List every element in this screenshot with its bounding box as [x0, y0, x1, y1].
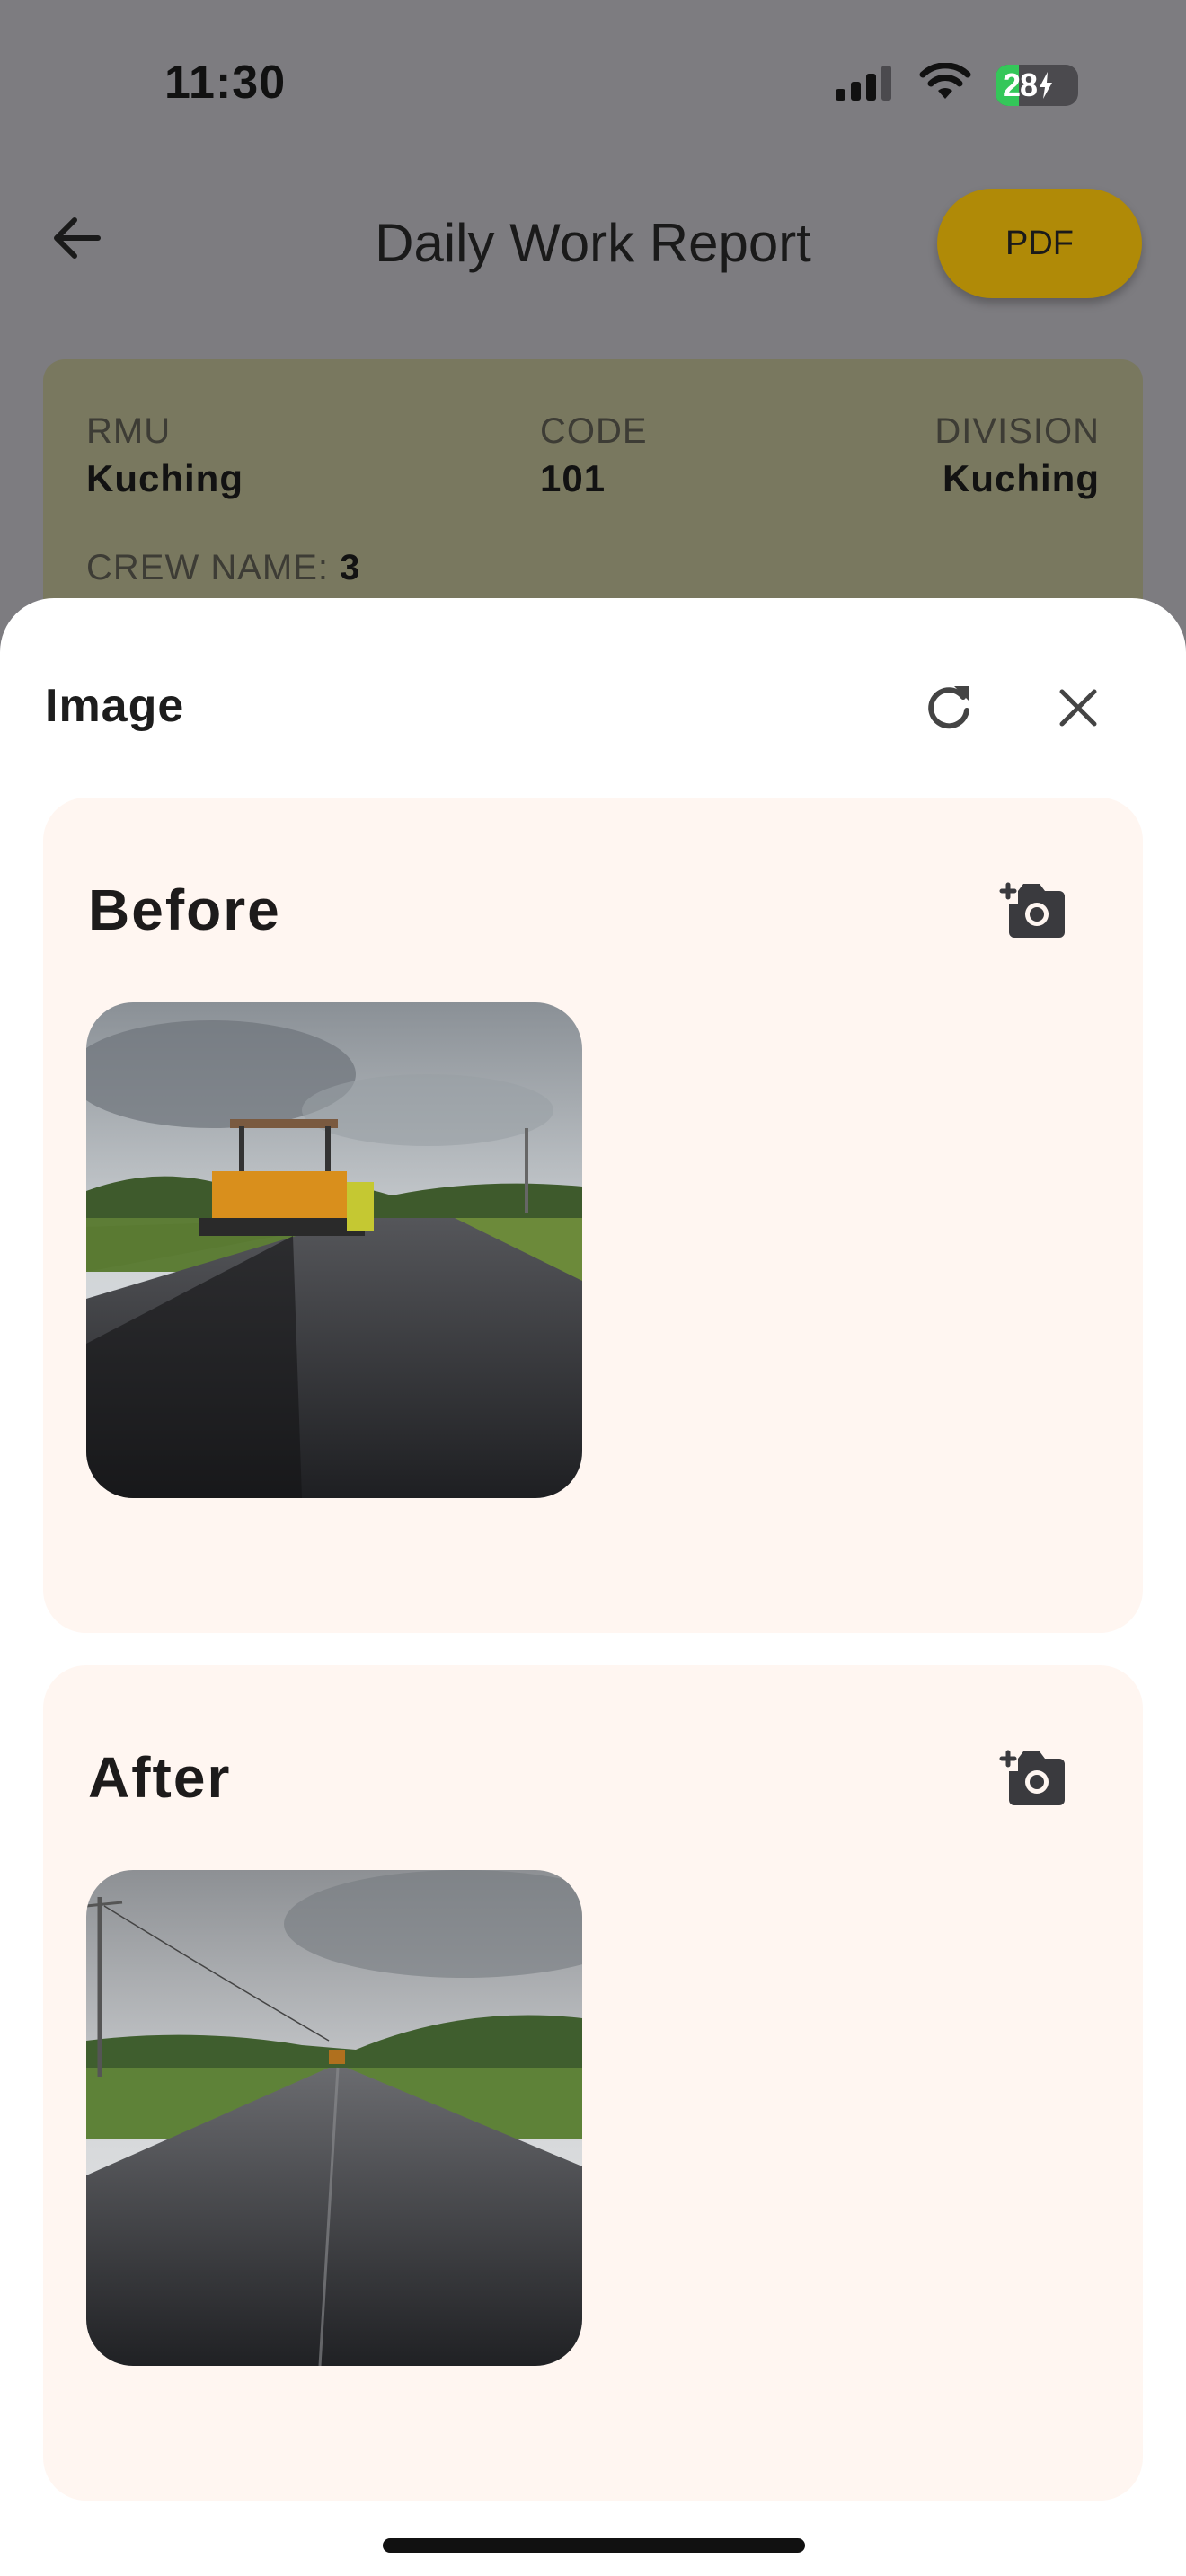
battery-percent: 28	[1003, 66, 1038, 103]
status-icons: 28	[836, 62, 1078, 107]
rmu-field: RMU Kuching	[86, 411, 243, 500]
wifi-icon	[918, 62, 972, 107]
rmu-value: Kuching	[86, 457, 243, 499]
code-value: 101	[540, 457, 606, 499]
close-button[interactable]	[1046, 675, 1111, 740]
crew-label: CREW NAME:	[86, 548, 329, 587]
add-photo-icon	[999, 882, 1065, 938]
paved-road-photo	[86, 1870, 582, 2366]
after-section: After	[43, 1665, 1143, 2501]
code-label: CODE	[540, 411, 648, 451]
before-photo[interactable]	[86, 1002, 582, 1498]
refresh-icon	[928, 686, 969, 729]
pdf-button[interactable]: PDF	[937, 189, 1142, 298]
app-bar: Daily Work Report PDF	[0, 180, 1186, 305]
charging-bolt-icon	[1040, 71, 1053, 99]
crew-field: CREW NAME: 3	[86, 548, 360, 588]
before-section: Before	[43, 798, 1143, 1633]
sheet-title: Image	[45, 680, 185, 732]
crew-value: 3	[340, 548, 361, 587]
battery-indicator: 28	[996, 64, 1078, 106]
status-bar: 11:30 28	[0, 0, 1186, 171]
before-title: Before	[88, 878, 281, 942]
road-paving-photo	[86, 1002, 582, 1498]
after-photo[interactable]	[86, 1870, 582, 2366]
rmu-label: RMU	[86, 411, 172, 451]
add-after-photo-button[interactable]	[996, 1742, 1071, 1811]
home-indicator[interactable]	[383, 2538, 805, 2553]
battery-charging-icon: 28	[996, 64, 1078, 106]
add-photo-icon	[999, 1750, 1065, 1805]
close-icon	[1059, 689, 1097, 727]
add-before-photo-button[interactable]	[996, 875, 1071, 943]
division-label: DIVISION	[934, 411, 1100, 451]
division-field: DIVISION Kuching	[934, 411, 1100, 500]
status-time: 11:30	[164, 57, 287, 109]
code-field: CODE 101	[540, 411, 648, 500]
refresh-button[interactable]	[916, 675, 981, 740]
image-bottom-sheet: Image Before After	[0, 598, 1186, 2576]
division-value: Kuching	[943, 457, 1100, 499]
after-title: After	[88, 1745, 232, 1810]
cellular-signal-icon	[836, 65, 895, 105]
